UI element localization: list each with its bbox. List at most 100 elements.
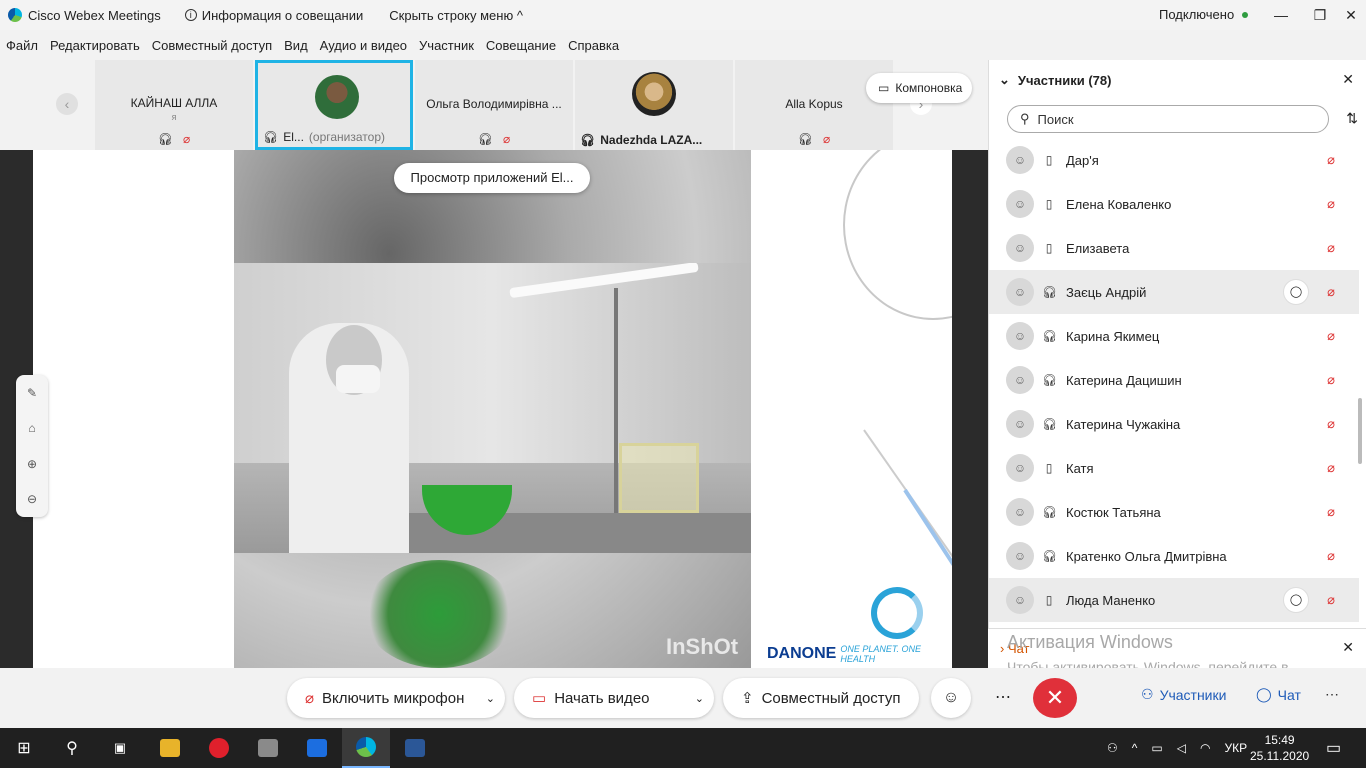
close-chat-button[interactable]: ✕ — [1342, 639, 1354, 656]
collapse-chevron-icon[interactable]: ⌄ — [999, 72, 1010, 88]
mic-muted-icon[interactable]: ⌀ — [1327, 372, 1335, 388]
list-item[interactable]: ☺ ▯ Катя ⌀ — [989, 446, 1359, 490]
chevron-down-icon[interactable]: ⌄ — [695, 692, 704, 705]
tile-subtitle: я — [171, 112, 177, 122]
hide-menu-button[interactable]: Скрыть строку меню ^ — [389, 8, 523, 23]
chat-bubble-icon[interactable]: ◯ — [1283, 587, 1309, 613]
search-input[interactable]: ⚲ Поиск — [1007, 105, 1329, 133]
sort-icon[interactable]: ⇅ — [1346, 110, 1358, 127]
headset-icon: 🎧︎ — [477, 132, 493, 146]
participant-tile-active[interactable]: 🎧︎ El... (организатор) — [255, 60, 413, 150]
leave-meeting-button[interactable]: ✕ — [1033, 678, 1077, 718]
battery-icon[interactable]: ▭ — [1151, 741, 1162, 755]
strip-prev-arrow-icon[interactable]: ‹ — [56, 93, 78, 115]
participants-scrollbar[interactable] — [1358, 398, 1362, 464]
chat-button[interactable]: ◯ Чат — [1256, 686, 1301, 703]
list-item[interactable]: ☺ ▯ Елизавета ⌀ — [989, 226, 1359, 270]
tray-chevron-up-icon[interactable]: ^ — [1132, 741, 1138, 755]
mic-muted-icon[interactable]: ⌀ — [1327, 416, 1335, 432]
remote-control-icon[interactable]: ⌂ — [28, 421, 35, 435]
menu-meeting[interactable]: Совещание — [480, 38, 562, 53]
restore-button[interactable]: ❐ — [1305, 4, 1335, 26]
taskbar-opera[interactable] — [195, 728, 243, 768]
menu-file[interactable]: Файл — [0, 38, 44, 53]
mic-muted-icon: ⌀ — [305, 690, 315, 707]
participant-tile[interactable]: Alla Kopus 🎧︎ ⌀ — [735, 60, 893, 150]
participant-tile[interactable]: КАЙНАШ АЛЛА я 🎧︎ ⌀ — [95, 60, 253, 150]
activation-title: Активация Windows — [1007, 632, 1173, 652]
menu-help[interactable]: Справка — [562, 38, 625, 53]
taskbar-word[interactable] — [391, 728, 439, 768]
list-item[interactable]: ☺ 🎧︎ Катерина Дацишин ⌀ — [989, 358, 1359, 402]
close-window-button[interactable]: ✕ — [1336, 4, 1366, 26]
layout-button[interactable]: ▭ Компоновка — [866, 73, 972, 103]
participant-tile[interactable]: 🎧︎ Nadezhda LAZA... — [575, 60, 733, 150]
mic-muted-icon[interactable]: ⌀ — [1327, 284, 1335, 300]
mic-muted-icon[interactable]: ⌀ — [1327, 152, 1335, 168]
menu-participant[interactable]: Участник — [413, 38, 480, 53]
zoom-out-icon[interactable]: ⊖ — [27, 492, 37, 506]
mic-muted-icon[interactable]: ⌀ — [1327, 504, 1335, 520]
search-button[interactable]: ⚲ — [48, 728, 96, 768]
menu-share[interactable]: Совместный доступ — [146, 38, 278, 53]
start-video-button[interactable]: ▭ Начать видео ⌄ — [514, 678, 714, 718]
panel-more-button[interactable]: ⋯ — [1325, 686, 1339, 703]
phone-icon: ▯ — [1045, 153, 1053, 167]
list-item[interactable]: ☺ 🎧︎ Кратенко Ольга Дмитрівна ⌀ — [989, 534, 1359, 578]
headset-icon: 🎧︎ — [1042, 373, 1058, 387]
taskbar-file-explorer[interactable] — [146, 728, 194, 768]
minimize-button[interactable]: — — [1266, 4, 1296, 26]
layout-icon: ▭ — [878, 81, 890, 95]
danone-logo-icon — [871, 587, 923, 639]
participant-name: Катерина Чужакіна — [1066, 416, 1181, 432]
headset-icon: 🎧︎ — [797, 132, 813, 146]
chat-bubble-icon[interactable]: ◯ — [1283, 279, 1309, 305]
zoom-in-icon[interactable]: ⊕ — [27, 457, 37, 471]
list-item[interactable]: ☺ 🎧︎ Костюк Татьяна ⌀ — [989, 490, 1359, 534]
list-item[interactable]: ☺ 🎧︎ Карина Якимец ⌀ — [989, 314, 1359, 358]
task-view-button[interactable]: ▣ — [96, 728, 144, 768]
start-button[interactable]: ⊞ — [0, 728, 48, 768]
list-item[interactable]: ☺ 🎧︎ Заєць Андрій ◯ ⌀ — [989, 270, 1359, 314]
info-icon: i — [184, 9, 197, 21]
input-language[interactable]: УКР — [1224, 741, 1247, 755]
taskbar-webex[interactable] — [342, 728, 390, 768]
taskbar-calculator[interactable] — [244, 728, 292, 768]
lab-photo — [234, 263, 751, 553]
share-button[interactable]: ⇪ Совместный доступ — [723, 678, 919, 718]
mic-muted-icon[interactable]: ⌀ — [1327, 460, 1335, 476]
clock[interactable]: 15:49 25.11.2020 — [1250, 732, 1309, 764]
app-preview-button[interactable]: Просмотр приложений El... — [394, 163, 590, 193]
menu-edit[interactable]: Редактировать — [44, 38, 146, 53]
network-icon[interactable]: ◠ — [1200, 741, 1210, 755]
mic-muted-icon[interactable]: ⌀ — [1327, 328, 1335, 344]
mic-muted-icon[interactable]: ⌀ — [1327, 240, 1335, 256]
volume-icon[interactable]: ◁ — [1177, 741, 1186, 755]
chevron-down-icon[interactable]: ⌄ — [486, 692, 495, 705]
reactions-button[interactable]: ☺ — [931, 678, 971, 718]
pen-icon[interactable]: ✎ — [27, 386, 37, 400]
people-icon[interactable]: ⚇ — [1107, 741, 1118, 755]
list-item[interactable]: ☺ ▯ Елена Коваленко ⌀ — [989, 182, 1359, 226]
participants-button[interactable]: ⚇ Участники — [1141, 686, 1226, 703]
list-item[interactable]: ☺ 🎧︎ Катерина Чужакіна ⌀ — [989, 402, 1359, 446]
more-icon: ⋯ — [995, 689, 1011, 706]
menu-audio-video[interactable]: Аудио и видео — [314, 38, 413, 53]
headset-icon: 🎧︎ — [1042, 285, 1058, 299]
taskbar-app[interactable] — [293, 728, 341, 768]
list-item[interactable]: ☺ ▯ Люда Маненко ◯ ⌀ — [989, 578, 1359, 622]
menu-view[interactable]: Вид — [278, 38, 314, 53]
more-options-button[interactable]: ⋯ — [983, 678, 1023, 718]
unmute-button[interactable]: ⌀ Включить микрофон ⌄ — [287, 678, 505, 718]
user-avatar-icon: ☺ — [1006, 190, 1034, 218]
mic-muted-icon[interactable]: ⌀ — [1327, 196, 1335, 212]
list-item[interactable]: ☺ ▯ Дар'я ⌀ — [989, 138, 1359, 182]
mic-muted-icon[interactable]: ⌀ — [1327, 592, 1335, 608]
phone-icon: ▯ — [1045, 241, 1053, 255]
close-panel-button[interactable]: ✕ — [1342, 71, 1354, 88]
mic-muted-icon[interactable]: ⌀ — [1327, 548, 1335, 564]
meeting-info-button[interactable]: i Информация о совещании — [184, 8, 363, 23]
participant-tile[interactable]: Ольга Володимирівна ... 🎧︎ ⌀ — [415, 60, 573, 150]
participant-name: Карина Якимец — [1066, 328, 1160, 344]
notifications-button[interactable]: ▭ — [1326, 728, 1341, 768]
